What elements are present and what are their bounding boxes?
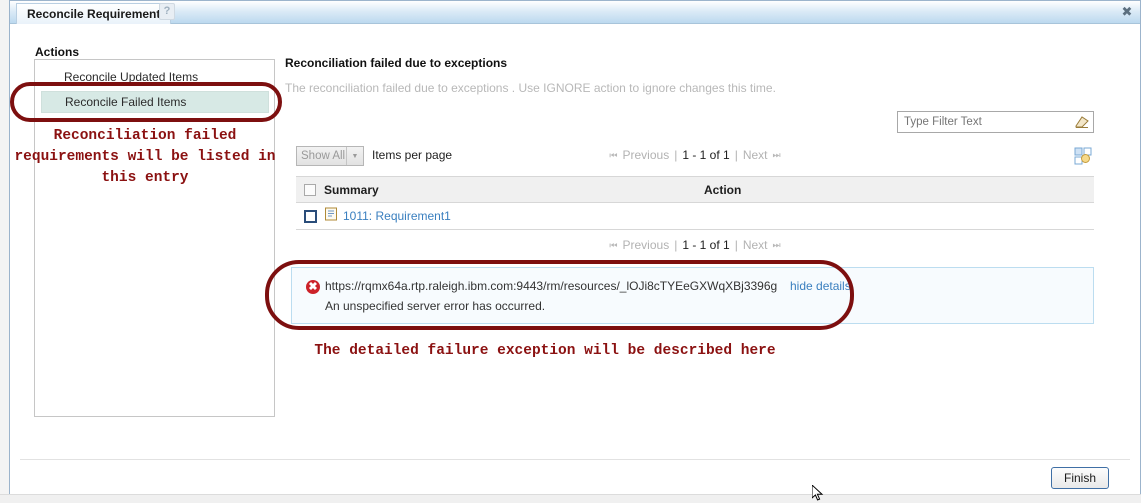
column-header-summary[interactable]: Summary [324, 183, 704, 197]
annotation-text-error: The detailed failure exception will be d… [314, 343, 776, 359]
hide-details-link[interactable]: hide details [790, 279, 851, 293]
pagination-top: ⏮ Previous | 1 - 1 of 1 | Next ⏭ [296, 148, 1094, 162]
sidebar-item-label: Reconcile Failed Items [65, 95, 187, 109]
dialog-titlebar: Reconcile Requirement ? ✖ [10, 1, 1140, 24]
column-header-action[interactable]: Action [704, 183, 1094, 197]
table-row[interactable]: 1011: Requirement1 [296, 203, 1094, 229]
row-checkbox-cell[interactable] [296, 209, 324, 223]
page-subtitle: The reconciliation failed due to excepti… [285, 81, 776, 95]
close-icon[interactable]: ✖ [1119, 4, 1135, 20]
dialog-title-tab: Reconcile Requirement [16, 3, 172, 24]
items-table: Summary Action 1011: Requirement1 [296, 176, 1094, 230]
sidebar-item-reconcile-failed-items[interactable]: Reconcile Failed Items [41, 91, 269, 113]
previous-page-button[interactable]: Previous [623, 238, 670, 252]
footer-divider [20, 459, 1130, 460]
actions-panel: Reconcile Updated Items Reconcile Failed… [34, 59, 275, 417]
pagination-separator-2: | [734, 148, 738, 162]
sidebar-item-label: Reconcile Updated Items [64, 70, 199, 84]
statusbar [0, 494, 1141, 503]
next-page-button[interactable]: Next [743, 238, 768, 252]
requirement-link[interactable]: 1011: Requirement1 [343, 209, 451, 223]
pagination-bottom: ⏮ Previous | 1 - 1 of 1 | Next ⏭ [296, 238, 1094, 252]
first-page-icon[interactable]: ⏮ [609, 240, 617, 251]
table-header-row: Summary Action [296, 177, 1094, 203]
previous-page-button[interactable]: Previous [623, 148, 670, 162]
next-page-button[interactable]: Next [743, 148, 768, 162]
sidebar-item-reconcile-updated-items[interactable]: Reconcile Updated Items [41, 66, 269, 88]
select-all-checkbox-cell[interactable] [296, 183, 324, 196]
help-icon[interactable]: ? [159, 3, 175, 20]
reconcile-requirement-dialog: Reconcile Requirement ? ✖ Actions Reconc… [9, 0, 1141, 503]
error-icon: ✖ [306, 280, 320, 294]
select-all-checkbox[interactable] [304, 183, 316, 196]
first-page-icon[interactable]: ⏮ [609, 150, 617, 161]
error-details-panel: ✖ https://rqmx64a.rtp.raleigh.ibm.com:94… [291, 267, 1094, 324]
eraser-icon[interactable] [1071, 112, 1093, 132]
filter-box[interactable] [897, 111, 1094, 133]
page-title: Reconciliation failed due to exceptions [285, 56, 508, 70]
pagination-range: 1 - 1 of 1 [682, 238, 730, 252]
last-page-icon[interactable]: ⏭ [773, 150, 781, 161]
actions-label: Actions [35, 45, 80, 59]
dialog-title: Reconcile Requirement [27, 7, 161, 21]
table-toolbar: Show All ▼ Items per page ⏮ Previous | 1… [296, 146, 1094, 170]
pagination-separator: | [674, 148, 678, 162]
screenshot-root: Reconcile Requirement ? ✖ Actions Reconc… [0, 0, 1141, 503]
row-checkbox[interactable] [303, 209, 317, 223]
document-icon [324, 207, 338, 226]
annotation-text-sidebar: Reconciliation failed requirements will … [14, 128, 276, 186]
last-page-icon[interactable]: ⏭ [773, 240, 781, 251]
search-input[interactable] [898, 115, 1071, 129]
configure-columns-icon[interactable] [1074, 147, 1092, 165]
pagination-range: 1 - 1 of 1 [682, 148, 730, 162]
error-url: https://rqmx64a.rtp.raleigh.ibm.com:9443… [325, 279, 778, 293]
row-summary-cell: 1011: Requirement1 [324, 207, 704, 226]
pagination-separator-2: | [734, 238, 738, 252]
error-message: An unspecified server error has occurred… [325, 299, 546, 313]
finish-button[interactable]: Finish [1051, 467, 1109, 489]
pagination-separator: | [674, 238, 678, 252]
